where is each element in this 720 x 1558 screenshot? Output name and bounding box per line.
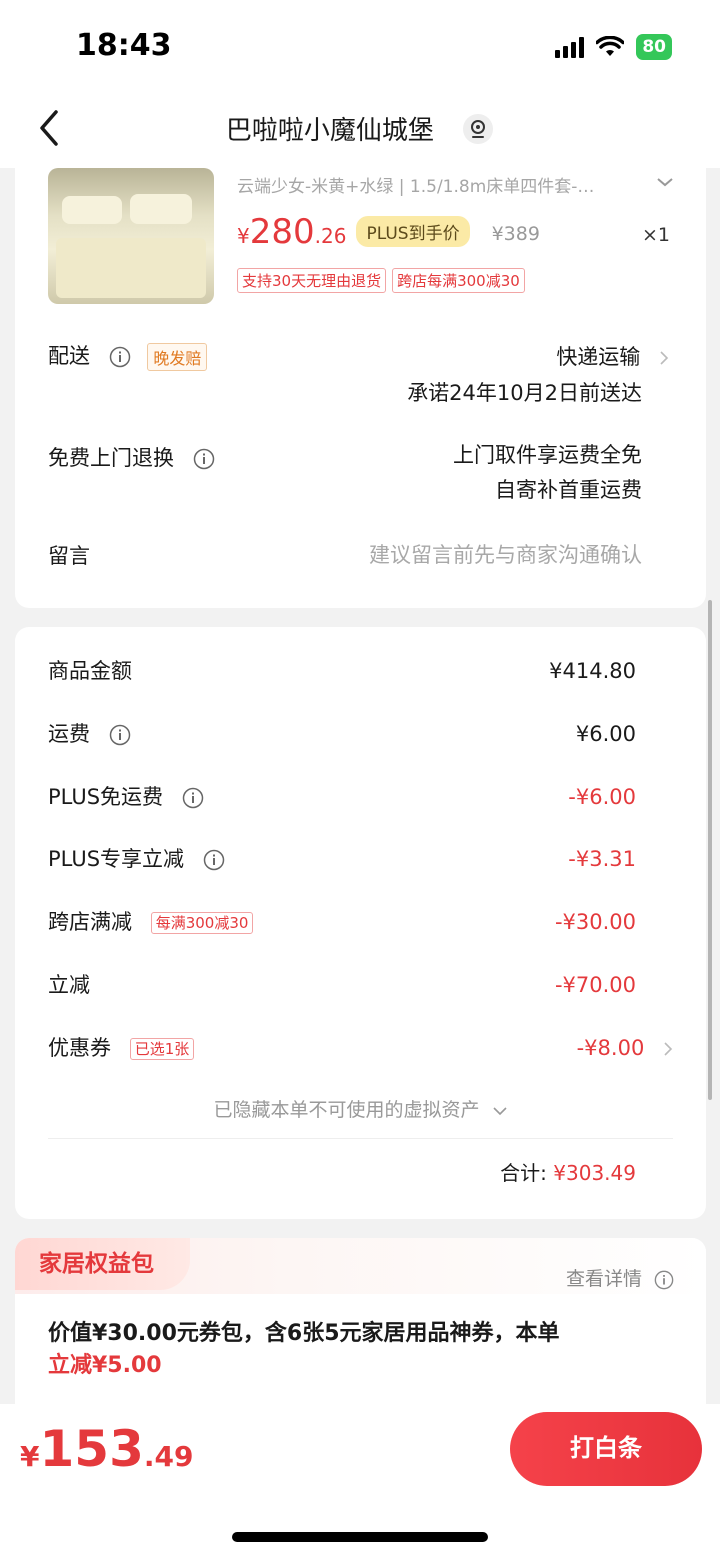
total-row: 合计: ¥303.49 xyxy=(500,1157,636,1186)
goods-amount-value: ¥414.80 xyxy=(549,659,636,683)
free-return-line2: 自寄补首重运费 xyxy=(495,478,642,502)
top-bar: 18:43 80 巴啦啦小魔仙城堡 xyxy=(0,0,720,168)
instant-discount-row: 立减 -¥70.00 xyxy=(48,968,636,1002)
chevron-right-icon[interactable] xyxy=(659,350,669,366)
shipping-label: 运费 xyxy=(48,722,90,746)
view-details-label: 查看详情 xyxy=(565,1268,642,1290)
product-thumbnail[interactable] xyxy=(48,168,214,304)
benefit-body-text: 价值¥30.00元券包，含6张5元家居用品神券，本单 xyxy=(48,1321,560,1346)
cross-store-tag: 跨店每满300减30 xyxy=(392,268,525,293)
status-time: 18:43 xyxy=(76,28,172,63)
view-details-link[interactable]: 查看详情 xyxy=(566,1264,674,1291)
plus-exclusive-label: PLUS专享立减 xyxy=(48,847,185,871)
chevron-down-icon[interactable] xyxy=(656,176,674,188)
total-label: 合计: xyxy=(500,1161,547,1185)
coupon-label: 优惠券 xyxy=(48,1036,111,1060)
coupon-value-group: -¥8.00 xyxy=(577,1031,673,1065)
store-name[interactable]: 巴啦啦小魔仙城堡 xyxy=(226,110,434,147)
info-icon[interactable] xyxy=(203,849,225,871)
info-icon xyxy=(654,1270,674,1289)
pay-price-symbol: ¥ xyxy=(20,1440,40,1473)
late-compensation-badge: 晚发赔 xyxy=(147,343,208,371)
cross-store-row: 跨店满减 每满300减30 -¥30.00 xyxy=(48,905,636,939)
info-icon[interactable] xyxy=(109,346,131,368)
wifi-icon xyxy=(596,36,625,56)
divider xyxy=(48,1138,673,1139)
hidden-assets-toggle[interactable]: 已隐藏本单不可使用的虚拟资产 xyxy=(15,1095,706,1122)
pay-price-integer: 153 xyxy=(39,1420,144,1478)
hidden-assets-label: 已隐藏本单不可使用的虚拟资产 xyxy=(213,1099,480,1121)
delivery-method[interactable]: 快递运输 xyxy=(556,340,669,374)
pay-price: ¥ 153 .49 xyxy=(20,1420,193,1478)
delivery-method-label: 快递运输 xyxy=(556,345,641,369)
message-input[interactable]: 建议留言前先与商家沟通确认 xyxy=(369,538,642,572)
cross-store-tag: 每满300减30 xyxy=(150,912,254,934)
page-title: 巴啦啦小魔仙城堡 xyxy=(0,110,720,147)
benefit-title: 家居权益包 xyxy=(15,1238,190,1290)
plus-exclusive-value: -¥3.31 xyxy=(568,847,636,871)
status-icons: 80 xyxy=(555,34,672,60)
battery-indicator: 80 xyxy=(636,34,672,60)
shipping-row: 运费 ¥6.00 xyxy=(48,717,636,751)
info-icon[interactable] xyxy=(182,787,204,809)
cross-store-label-group: 跨店满减 每满300减30 xyxy=(48,905,254,939)
price-decimal: .26 xyxy=(314,224,347,248)
benefit-description: 价值¥30.00元券包，含6张5元家居用品神券，本单 立减¥5.00 xyxy=(48,1318,682,1382)
delivery-label: 配送 xyxy=(48,344,90,368)
original-price: ¥389 xyxy=(491,223,540,245)
home-indicator xyxy=(232,1532,488,1542)
chevron-down-icon xyxy=(492,1107,507,1116)
benefit-header: 家居权益包 查看详情 xyxy=(15,1238,706,1294)
plus-free-shipping-value: -¥6.00 xyxy=(568,785,636,809)
return-policy-tag: 支持30天无理由退货 xyxy=(237,268,387,293)
shipping-label-group: 运费 xyxy=(48,717,131,751)
total-value: ¥303.49 xyxy=(553,1161,636,1185)
plus-exclusive-label-group: PLUS专享立减 xyxy=(48,842,225,876)
plus-price-tag: PLUS到手价 xyxy=(356,216,470,247)
pay-with-credit-button[interactable]: 打白条 xyxy=(510,1412,702,1486)
free-return-label: 免费上门退换 xyxy=(48,446,174,470)
shipping-value: ¥6.00 xyxy=(575,722,636,746)
location-pin-icon[interactable] xyxy=(462,113,494,145)
goods-amount-row: 商品金额 ¥414.80 xyxy=(48,654,636,688)
checkout-bar: ¥ 153 .49 打白条 xyxy=(0,1404,720,1558)
chevron-right-icon[interactable] xyxy=(663,1041,673,1057)
cross-store-label: 跨店满减 xyxy=(48,910,132,934)
price-symbol: ¥ xyxy=(237,224,250,248)
info-icon[interactable] xyxy=(109,724,131,746)
order-product-card: 云端少女-米黄+水绿 | 1.5/1.8m床单四件套-… ¥ 280 .26 P… xyxy=(15,150,706,608)
pay-price-decimal: .49 xyxy=(143,1440,194,1473)
coupon-selected-tag: 已选1张 xyxy=(129,1038,195,1060)
price-integer: 280 xyxy=(249,212,315,252)
goods-amount-label: 商品金额 xyxy=(48,659,132,683)
cross-store-value: -¥30.00 xyxy=(554,910,636,934)
plus-free-shipping-label-group: PLUS免运费 xyxy=(48,780,204,814)
product-spec[interactable]: 云端少女-米黄+水绿 | 1.5/1.8m床单四件套-… xyxy=(237,172,647,197)
plus-free-shipping-row: PLUS免运费 -¥6.00 xyxy=(48,780,636,814)
delivery-promise: 承诺24年10月2日前送达 xyxy=(407,381,642,405)
instant-discount-value: -¥70.00 xyxy=(554,973,636,997)
plus-exclusive-row: PLUS专享立减 -¥3.31 xyxy=(48,842,636,876)
coupon-row[interactable]: 优惠券 已选1张 -¥8.00 xyxy=(48,1031,673,1065)
coupon-label-group: 优惠券 已选1张 xyxy=(48,1031,195,1065)
benefit-body-discount: 立减¥5.00 xyxy=(48,1353,162,1378)
info-icon[interactable] xyxy=(193,448,215,470)
product-price-row: ¥ 280 .26 PLUS到手价 ¥389 xyxy=(237,212,540,252)
free-return-line1: 上门取件享运费全免 xyxy=(453,443,642,467)
product-tags: 支持30天无理由退货 跨店每满300减30 xyxy=(237,268,525,293)
price-summary-card: 商品金额 ¥414.80 运费 ¥6.00 PLUS免运费 -¥6.00 PLU… xyxy=(15,627,706,1219)
plus-free-shipping-label: PLUS免运费 xyxy=(48,785,164,809)
instant-discount-label: 立减 xyxy=(48,973,90,997)
quantity: ×1 xyxy=(641,224,670,246)
signal-icon xyxy=(555,36,585,58)
scrollbar[interactable] xyxy=(708,600,712,1100)
coupon-value: -¥8.00 xyxy=(576,1036,645,1060)
